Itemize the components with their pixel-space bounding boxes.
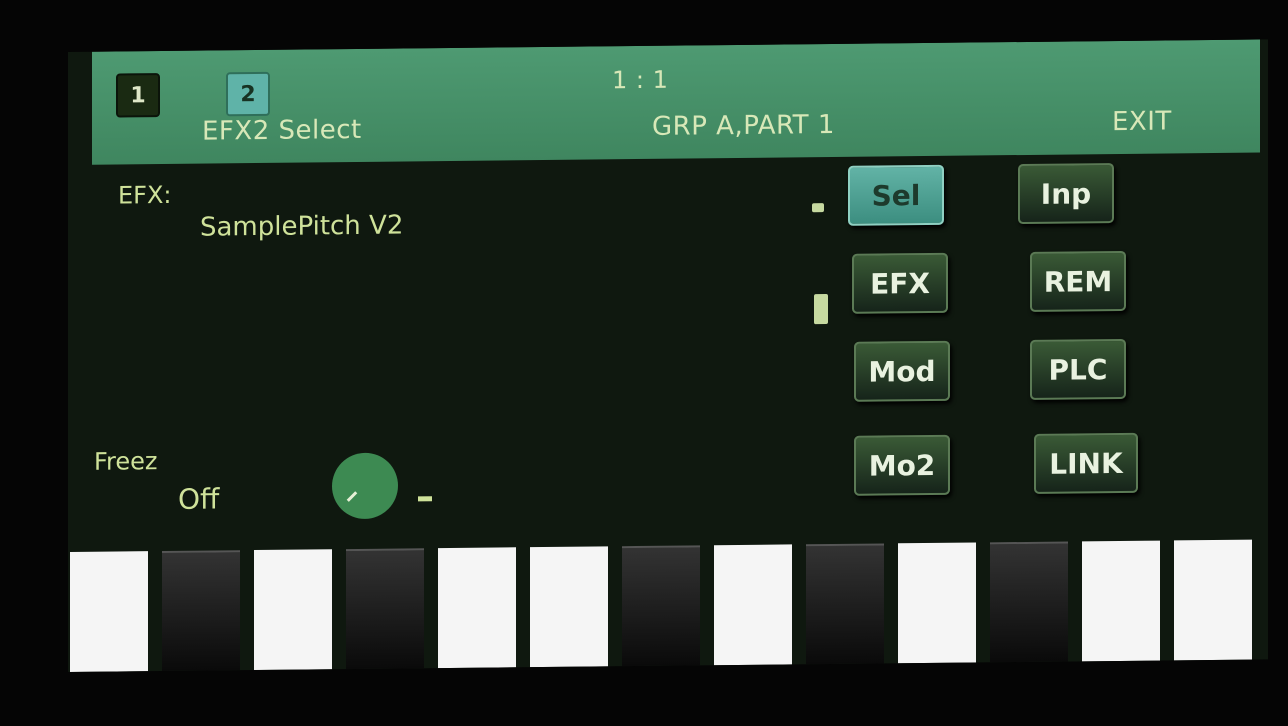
freeze-label: Freez xyxy=(94,447,158,476)
indicator-led xyxy=(812,203,824,213)
keyboard xyxy=(68,531,1268,672)
screen: 1 2 EFX2 Select 1 : 1 GRP A,PART 1 EXIT … xyxy=(68,39,1268,673)
piano-key-2[interactable] xyxy=(162,550,240,672)
piano-key-6[interactable] xyxy=(530,546,608,668)
link-button[interactable]: LINK xyxy=(1034,432,1138,494)
knob-dash xyxy=(418,496,432,502)
position-indicator: 1 : 1 xyxy=(612,65,669,95)
efx-button[interactable]: EFX xyxy=(852,252,948,314)
header-bar: 1 2 EFX2 Select 1 : 1 GRP A,PART 1 EXIT xyxy=(92,39,1260,165)
tab-1[interactable]: 1 xyxy=(116,73,160,118)
inp-button[interactable]: Inp xyxy=(1018,163,1114,225)
piano-key-4[interactable] xyxy=(346,548,424,670)
rem-button[interactable]: REM xyxy=(1030,250,1126,312)
plc-button[interactable]: PLC xyxy=(1030,338,1126,400)
efx-value[interactable]: SamplePitch V2 xyxy=(200,210,403,242)
piano-key-13[interactable] xyxy=(1174,539,1252,661)
group-part-label[interactable]: GRP A,PART 1 xyxy=(652,110,835,142)
piano-key-11[interactable] xyxy=(990,541,1068,663)
piano-key-3[interactable] xyxy=(254,549,332,671)
scroll-indicator xyxy=(814,294,828,325)
piano-key-1[interactable] xyxy=(70,551,148,672)
piano-key-12[interactable] xyxy=(1082,540,1160,662)
piano-key-10[interactable] xyxy=(898,542,976,664)
efx-label: EFX: xyxy=(118,180,172,210)
page-title: EFX2 Select xyxy=(202,114,362,147)
knob-pointer xyxy=(346,491,358,502)
freeze-value[interactable]: Off xyxy=(178,482,219,515)
piano-key-5[interactable] xyxy=(438,547,516,669)
freeze-knob[interactable] xyxy=(332,452,398,520)
piano-key-8[interactable] xyxy=(714,544,792,666)
sel-button[interactable]: Sel xyxy=(848,164,944,226)
piano-key-7[interactable] xyxy=(622,545,700,667)
mod-button[interactable]: Mod xyxy=(854,340,950,402)
mo2-button[interactable]: Mo2 xyxy=(854,434,950,496)
exit-button[interactable]: EXIT xyxy=(1112,106,1172,137)
tab-2[interactable]: 2 xyxy=(226,71,270,117)
piano-key-9[interactable] xyxy=(806,543,884,665)
